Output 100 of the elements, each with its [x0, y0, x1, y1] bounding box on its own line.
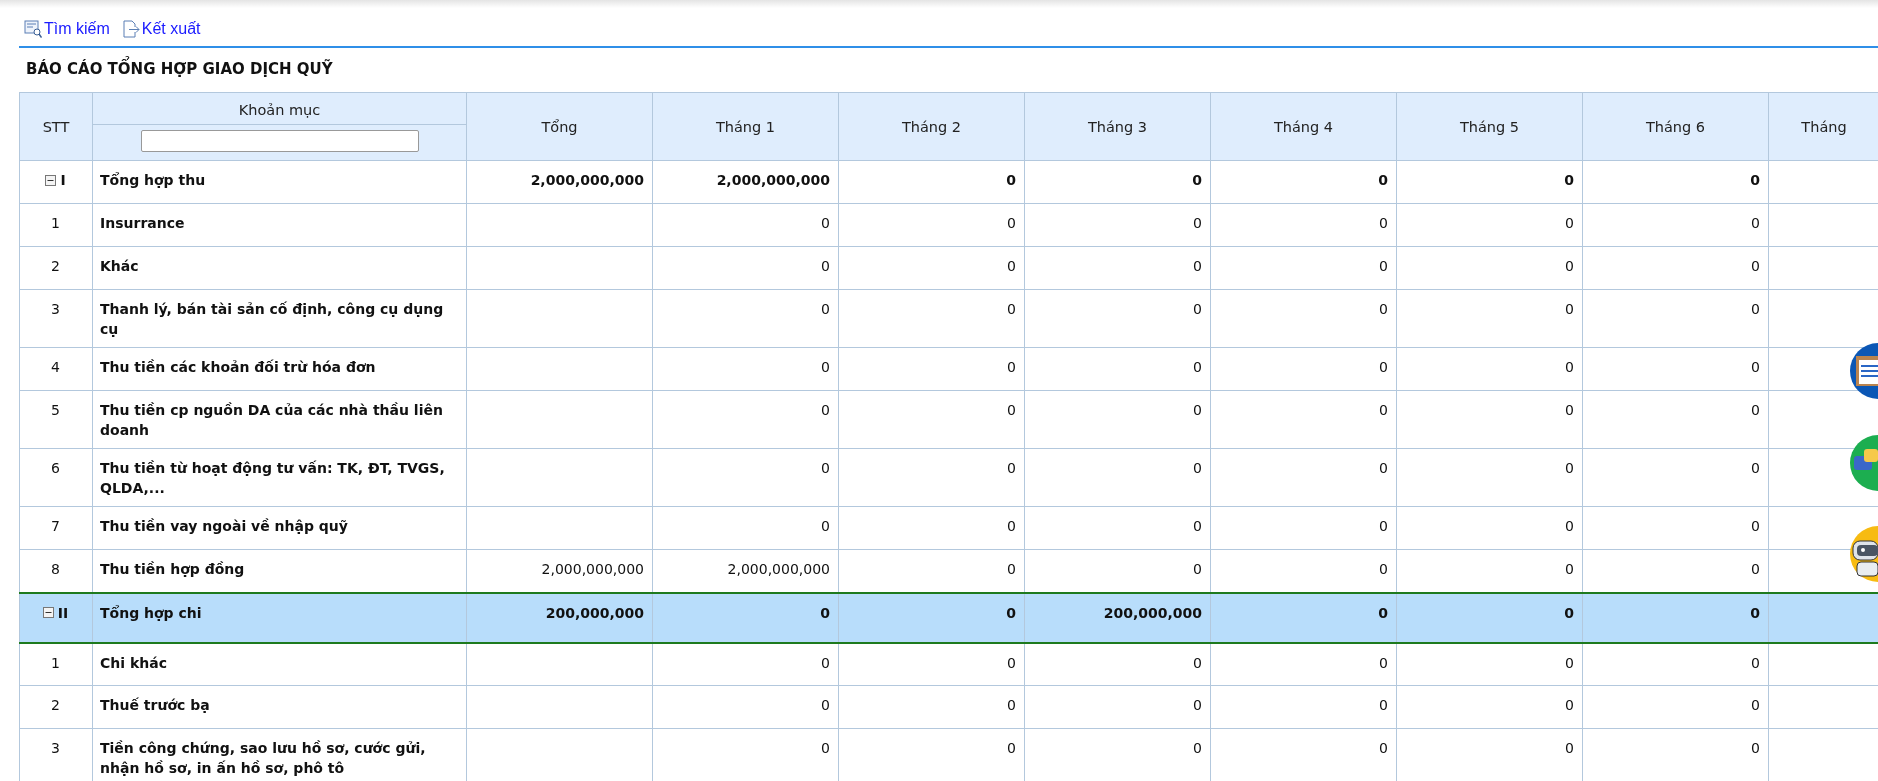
amount-text: 0: [1565, 258, 1574, 274]
row-number: 7: [51, 518, 60, 534]
item-name: Insurrance: [100, 215, 185, 231]
table-row[interactable]: 2 Thuế trước bạ 0 0 0 0 0 0: [19, 685, 1878, 729]
amount-text: 0: [1379, 740, 1388, 756]
amount-text: 0: [1379, 359, 1388, 375]
table-row[interactable]: 2 Khác 0 0 0 0 0 0: [19, 246, 1878, 290]
row-number: 6: [51, 460, 60, 476]
amount-text: 0: [1007, 518, 1016, 534]
column-header: Tháng 4: [1210, 92, 1397, 161]
amount-text: 0: [821, 359, 830, 375]
column-header: Tổng: [466, 92, 653, 161]
amount-text: 0: [1193, 359, 1202, 375]
table-row[interactable]: 1 Insurrance 0 0 0 0 0 0: [19, 203, 1878, 247]
collapse-icon[interactable]: [45, 174, 57, 186]
amount-text: 0: [1193, 518, 1202, 534]
table-row[interactable]: 7 Thu tiền vay ngoài về nhập quỹ 0 0 0 0 0 0: [19, 506, 1878, 550]
amount-text: 0: [1751, 402, 1760, 418]
amount-text: 0: [821, 697, 830, 713]
table-row[interactable]: 3 Tiền công chứng, sao lưu hồ sơ, cước gửi, nhận hồ sơ, in ấn hồ sơ, phô tô 0 0 0 0 0 0: [19, 728, 1878, 781]
amount-text: 0: [1007, 561, 1016, 577]
amount-text: 0: [820, 604, 830, 621]
amount-text: 0: [821, 654, 830, 671]
column-header: STT: [19, 92, 93, 161]
amount-text: 0: [821, 258, 830, 274]
amount-text: 0: [1565, 697, 1574, 713]
amount-text: 0: [821, 518, 830, 534]
amount-text: 2,000,000,000: [541, 561, 644, 577]
amount-text: 0: [1193, 402, 1202, 418]
amount-text: 0: [1379, 215, 1388, 231]
amount-text: 0: [1565, 301, 1574, 317]
column-header: Tháng 1: [652, 92, 839, 161]
item-name: Thu tiền các khoản đối trừ hóa đơn: [100, 359, 376, 375]
amount-text: 0: [821, 215, 830, 231]
amount-text: 0: [1193, 561, 1202, 577]
amount-text: 0: [1751, 654, 1760, 671]
row-number: 5: [51, 402, 60, 418]
amount-text: 0: [1751, 359, 1760, 375]
row-number: 1: [51, 654, 60, 671]
amount-text: 0: [1379, 460, 1388, 476]
export-icon: [121, 20, 140, 38]
table-row[interactable]: 3 Thanh lý, bán tài sản cố định, công cụ dụng cụ 0 0 0 0 0 0: [19, 289, 1878, 348]
row-number: 1: [51, 215, 60, 231]
amount-text: 0: [1751, 518, 1760, 534]
amount-text: 0: [821, 402, 830, 418]
amount-text: 0: [1565, 518, 1574, 534]
amount-text: 0: [1193, 258, 1202, 274]
search-link[interactable]: Tìm kiếm: [24, 20, 110, 38]
amount-text: 2,000,000,000: [727, 561, 830, 577]
amount-text: 0: [1379, 258, 1388, 274]
table-row[interactable]: I Tổng hợp thu 2,000,000,000 2,000,000,000 0 0 0 0 0: [19, 160, 1878, 204]
item-name: Thu tiền hợp đồng: [100, 561, 245, 577]
amount-text: 0: [1565, 654, 1574, 671]
amount-text: 2,000,000,000: [530, 172, 644, 188]
item-name: Thu tiền cp nguồn DA của các nhà thầu liên doanh: [100, 402, 443, 438]
amount-text: 0: [1006, 604, 1016, 621]
amount-text: 0: [1565, 359, 1574, 375]
table-row[interactable]: 8 Thu tiền hợp đồng 2,000,000,000 2,000,000,000 0 0 0 0 0: [19, 549, 1878, 593]
item-name: Thu tiền từ hoạt động tư vấn: TK, ĐT, TVGS, QLDA,...: [100, 460, 445, 496]
column-header: Tháng: [1768, 92, 1878, 161]
amount-text: 0: [1379, 402, 1388, 418]
amount-text: 2,000,000,000: [716, 172, 830, 188]
amount-text: 0: [1751, 460, 1760, 476]
amount-text: 0: [1007, 654, 1016, 671]
row-number: 4: [51, 359, 60, 375]
collapse-icon[interactable]: [42, 607, 54, 618]
amount-text: 0: [1565, 402, 1574, 418]
item-name: Thuế trước bạ: [100, 697, 210, 713]
amount-text: 0: [1564, 172, 1574, 188]
column-header: Tháng 3: [1024, 92, 1211, 161]
item-name: Tổng hợp thu: [100, 172, 206, 188]
row-number: 2: [51, 697, 60, 713]
report-title: BÁO CÁO TỔNG HỢP GIAO DỊCH QUỸ: [26, 48, 1878, 92]
amount-text: 0: [1007, 359, 1016, 375]
amount-text: 0: [1007, 258, 1016, 274]
amount-text: 0: [1378, 172, 1388, 188]
item-name: Khác: [100, 258, 139, 274]
row-number: I: [60, 171, 66, 190]
amount-text: 0: [1751, 697, 1760, 713]
row-number: 8: [51, 561, 60, 577]
table-row[interactable]: 6 Thu tiền từ hoạt động tư vấn: TK, ĐT, TVGS, QLDA,... 0 0 0 0 0 0: [19, 448, 1878, 507]
amount-text: 0: [1379, 301, 1388, 317]
column-header: Tháng 6: [1582, 92, 1769, 161]
filter-field[interactable]: [140, 130, 419, 152]
row-number: 3: [51, 301, 60, 317]
search-report-icon: [24, 20, 42, 38]
amount-text: 200,000,000: [545, 604, 644, 621]
amount-text: 0: [1751, 258, 1760, 274]
amount-text: 0: [1193, 654, 1202, 671]
table-row[interactable]: II Tổng hợp chi 200,000,000 0 0 200,000,000 0 0 0: [19, 592, 1878, 643]
amount-text: 0: [1192, 172, 1202, 188]
amount-text: 0: [1193, 740, 1202, 756]
amount-text: 0: [1379, 697, 1388, 713]
row-number: II: [57, 603, 69, 623]
amount-text: 0: [1378, 604, 1388, 621]
table-row[interactable]: 1 Chi khác 0 0 0 0 0 0: [19, 642, 1878, 686]
amount-text: 0: [1750, 172, 1760, 188]
export-link[interactable]: Kết xuất: [121, 20, 201, 38]
amount-text: 0: [1379, 518, 1388, 534]
amount-text: 0: [1379, 654, 1388, 671]
